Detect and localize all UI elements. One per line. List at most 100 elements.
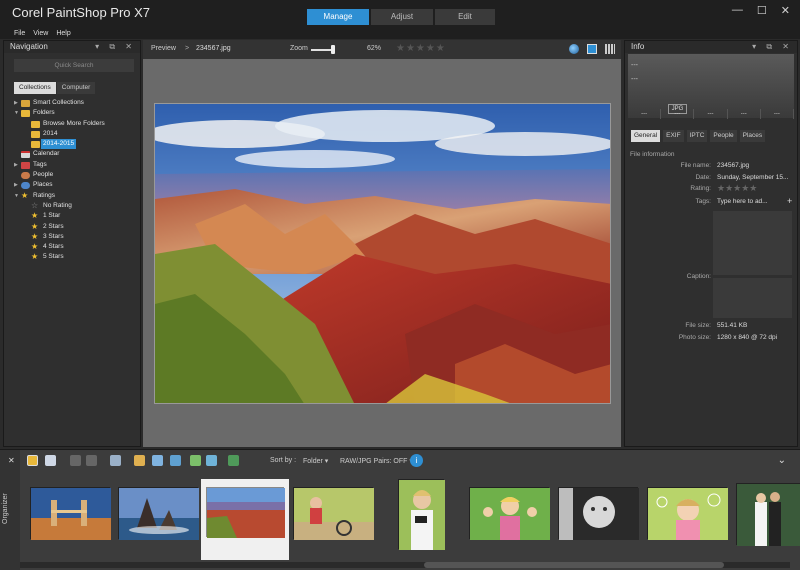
batch-icon[interactable] <box>190 455 201 466</box>
compare-icon[interactable] <box>170 455 181 466</box>
sort-by-dropdown[interactable]: Folder ▾ <box>303 457 328 465</box>
tab-adjust[interactable]: Adjust <box>371 9 433 25</box>
rating-stars[interactable]: ★★★★★ <box>396 43 446 54</box>
tab-manage[interactable]: Manage <box>307 9 369 25</box>
people-tag-icon[interactable] <box>110 455 121 466</box>
tree-item-3-stars[interactable]: ★ 3 Stars <box>14 232 142 242</box>
tree-item-no-rating[interactable]: ☆ No Rating <box>14 201 142 211</box>
capture-icon[interactable] <box>206 455 217 466</box>
thumbnail-girl-with-bubbles[interactable] <box>647 487 728 540</box>
thumbnail-sea-stacks-sunset[interactable] <box>118 487 199 540</box>
navigation-panel: Navigation ▾ ⧉ ✕ Quick Search Collection… <box>3 40 141 447</box>
thumbnail-view-icon[interactable] <box>45 455 56 466</box>
rotate-right-icon[interactable] <box>86 455 97 466</box>
panel-controls[interactable]: ▾ ⧉ ✕ <box>752 41 793 53</box>
share-icon[interactable] <box>152 455 163 466</box>
tab-general[interactable]: General <box>631 130 661 142</box>
tree-item-smart-collections[interactable]: ▶ Smart Collections <box>14 98 142 108</box>
raw-jpg-pairs-dropdown[interactable]: RAW/JPG Pairs: OFF ▾ <box>340 457 413 465</box>
zoom-label: Zoom <box>290 45 308 52</box>
expand-icon[interactable]: ▶ <box>14 180 18 190</box>
baby-bw-image <box>559 488 639 540</box>
tree-item-browse-more-folders[interactable]: Browse More Folders <box>14 119 142 129</box>
tree-item-2014[interactable]: 2014 <box>14 129 142 139</box>
expand-icon[interactable]: ▶ <box>14 160 18 170</box>
info-cell: --- <box>728 109 761 119</box>
sea-stacks-image <box>119 488 199 540</box>
tree-item-tags[interactable]: ▶ Tags <box>14 160 142 170</box>
thumbnail-strip <box>25 479 800 560</box>
collapse-icon[interactable]: ▼ <box>14 191 19 201</box>
caption-label: Caption: <box>686 273 711 280</box>
scrollbar-thumb[interactable] <box>424 562 724 568</box>
thumbnail-family-cycling[interactable] <box>293 487 374 540</box>
chevron-down-icon[interactable]: ⌄ <box>778 455 786 466</box>
expand-icon[interactable]: ▶ <box>14 98 18 108</box>
tree-item-2014-2015[interactable]: 2014-2015 <box>14 139 142 150</box>
tab-collections[interactable]: Collections <box>14 82 56 94</box>
tab-places[interactable]: Places <box>739 130 766 142</box>
tree-item-folders[interactable]: ▼ Folders <box>14 108 142 118</box>
tree-label: 2014 <box>43 129 58 137</box>
zoom-slider-handle[interactable] <box>331 45 335 54</box>
tab-exif[interactable]: EXIF <box>663 130 684 142</box>
grand-canyon-thumb-image <box>207 488 285 538</box>
thumbnail-london-tower-bridge[interactable] <box>30 487 111 540</box>
single-view-icon[interactable] <box>587 44 597 54</box>
minimize-button[interactable]: — <box>732 4 743 17</box>
info-icon[interactable]: i <box>410 454 423 467</box>
tab-computer[interactable]: Computer <box>56 82 96 94</box>
grid-view-icon[interactable] <box>605 44 615 54</box>
tree-item-4-stars[interactable]: ★ 4 Stars <box>14 242 142 252</box>
thumbnail-child-waving[interactable] <box>469 487 550 540</box>
globe-icon[interactable] <box>569 44 579 54</box>
caption-input[interactable] <box>713 278 792 318</box>
tags-input[interactable]: Type here to ad... <box>717 198 768 205</box>
menu-view[interactable]: View <box>33 28 48 39</box>
menu-file[interactable]: File <box>14 28 25 39</box>
rotate-left-icon[interactable] <box>70 455 81 466</box>
preview-filename: 234567.jpg <box>196 45 231 52</box>
tab-iptc[interactable]: IPTC <box>686 130 708 142</box>
tree-item-places[interactable]: ▶ Places <box>14 180 142 190</box>
info-cell: --- <box>628 109 662 119</box>
collapse-icon[interactable]: ▼ <box>14 108 19 118</box>
mode-tabs: Manage Adjust Edit <box>307 9 495 25</box>
organizer-scrollbar[interactable] <box>20 562 790 568</box>
rating-stars[interactable]: ★★★★★ <box>717 183 757 194</box>
close-button[interactable]: ✕ <box>781 4 790 17</box>
thumbnail-baby-black-and-white[interactable] <box>558 487 639 540</box>
tower-bridge-image <box>31 488 111 540</box>
folder-icon <box>21 110 30 118</box>
close-icon[interactable]: ✕ <box>8 456 15 465</box>
tree-item-ratings[interactable]: ▼ ★ Ratings <box>14 191 142 201</box>
organizer-panel: ✕ Organizer Sort by : Folder ▾ RAW/JPG P… <box>0 449 800 570</box>
info-cell: --- <box>661 109 695 119</box>
menu-bar: File View Help <box>0 28 800 39</box>
tree-item-2-stars[interactable]: ★ 2 Stars <box>14 222 142 232</box>
thumbnail-wedding-couple[interactable] <box>736 483 800 546</box>
tree-item-people[interactable]: People <box>14 170 142 180</box>
thumbnail-woman-with-camera[interactable] <box>398 479 445 550</box>
star-icon: ★ <box>31 242 39 252</box>
quick-search-input[interactable]: Quick Search <box>14 59 134 72</box>
info-cell: --- <box>694 109 728 119</box>
menu-help[interactable]: Help <box>56 28 70 39</box>
add-tag-icon[interactable]: + <box>787 196 792 206</box>
tree-item-calendar[interactable]: Calendar <box>14 149 142 159</box>
photo-size-label: Photo size: <box>678 334 711 341</box>
folder-view-icon[interactable] <box>27 455 38 466</box>
tab-edit[interactable]: Edit <box>435 9 495 25</box>
tab-people[interactable]: People <box>710 130 737 142</box>
star-icon: ★ <box>31 211 39 221</box>
calendar-icon <box>21 151 30 159</box>
maximize-button[interactable]: ☐ <box>757 4 767 17</box>
panel-controls[interactable]: ▾ ⧉ ✕ <box>95 41 136 53</box>
tree-label: 4 Stars <box>43 243 64 251</box>
tags-box[interactable] <box>713 211 792 275</box>
map-icon[interactable] <box>228 455 239 466</box>
tree-item-5-stars[interactable]: ★ 5 Stars <box>14 252 142 262</box>
thumbnail-grand-canyon[interactable] <box>206 487 285 538</box>
tree-item-1-star[interactable]: ★ 1 Star <box>14 211 142 221</box>
import-icon[interactable] <box>134 455 145 466</box>
